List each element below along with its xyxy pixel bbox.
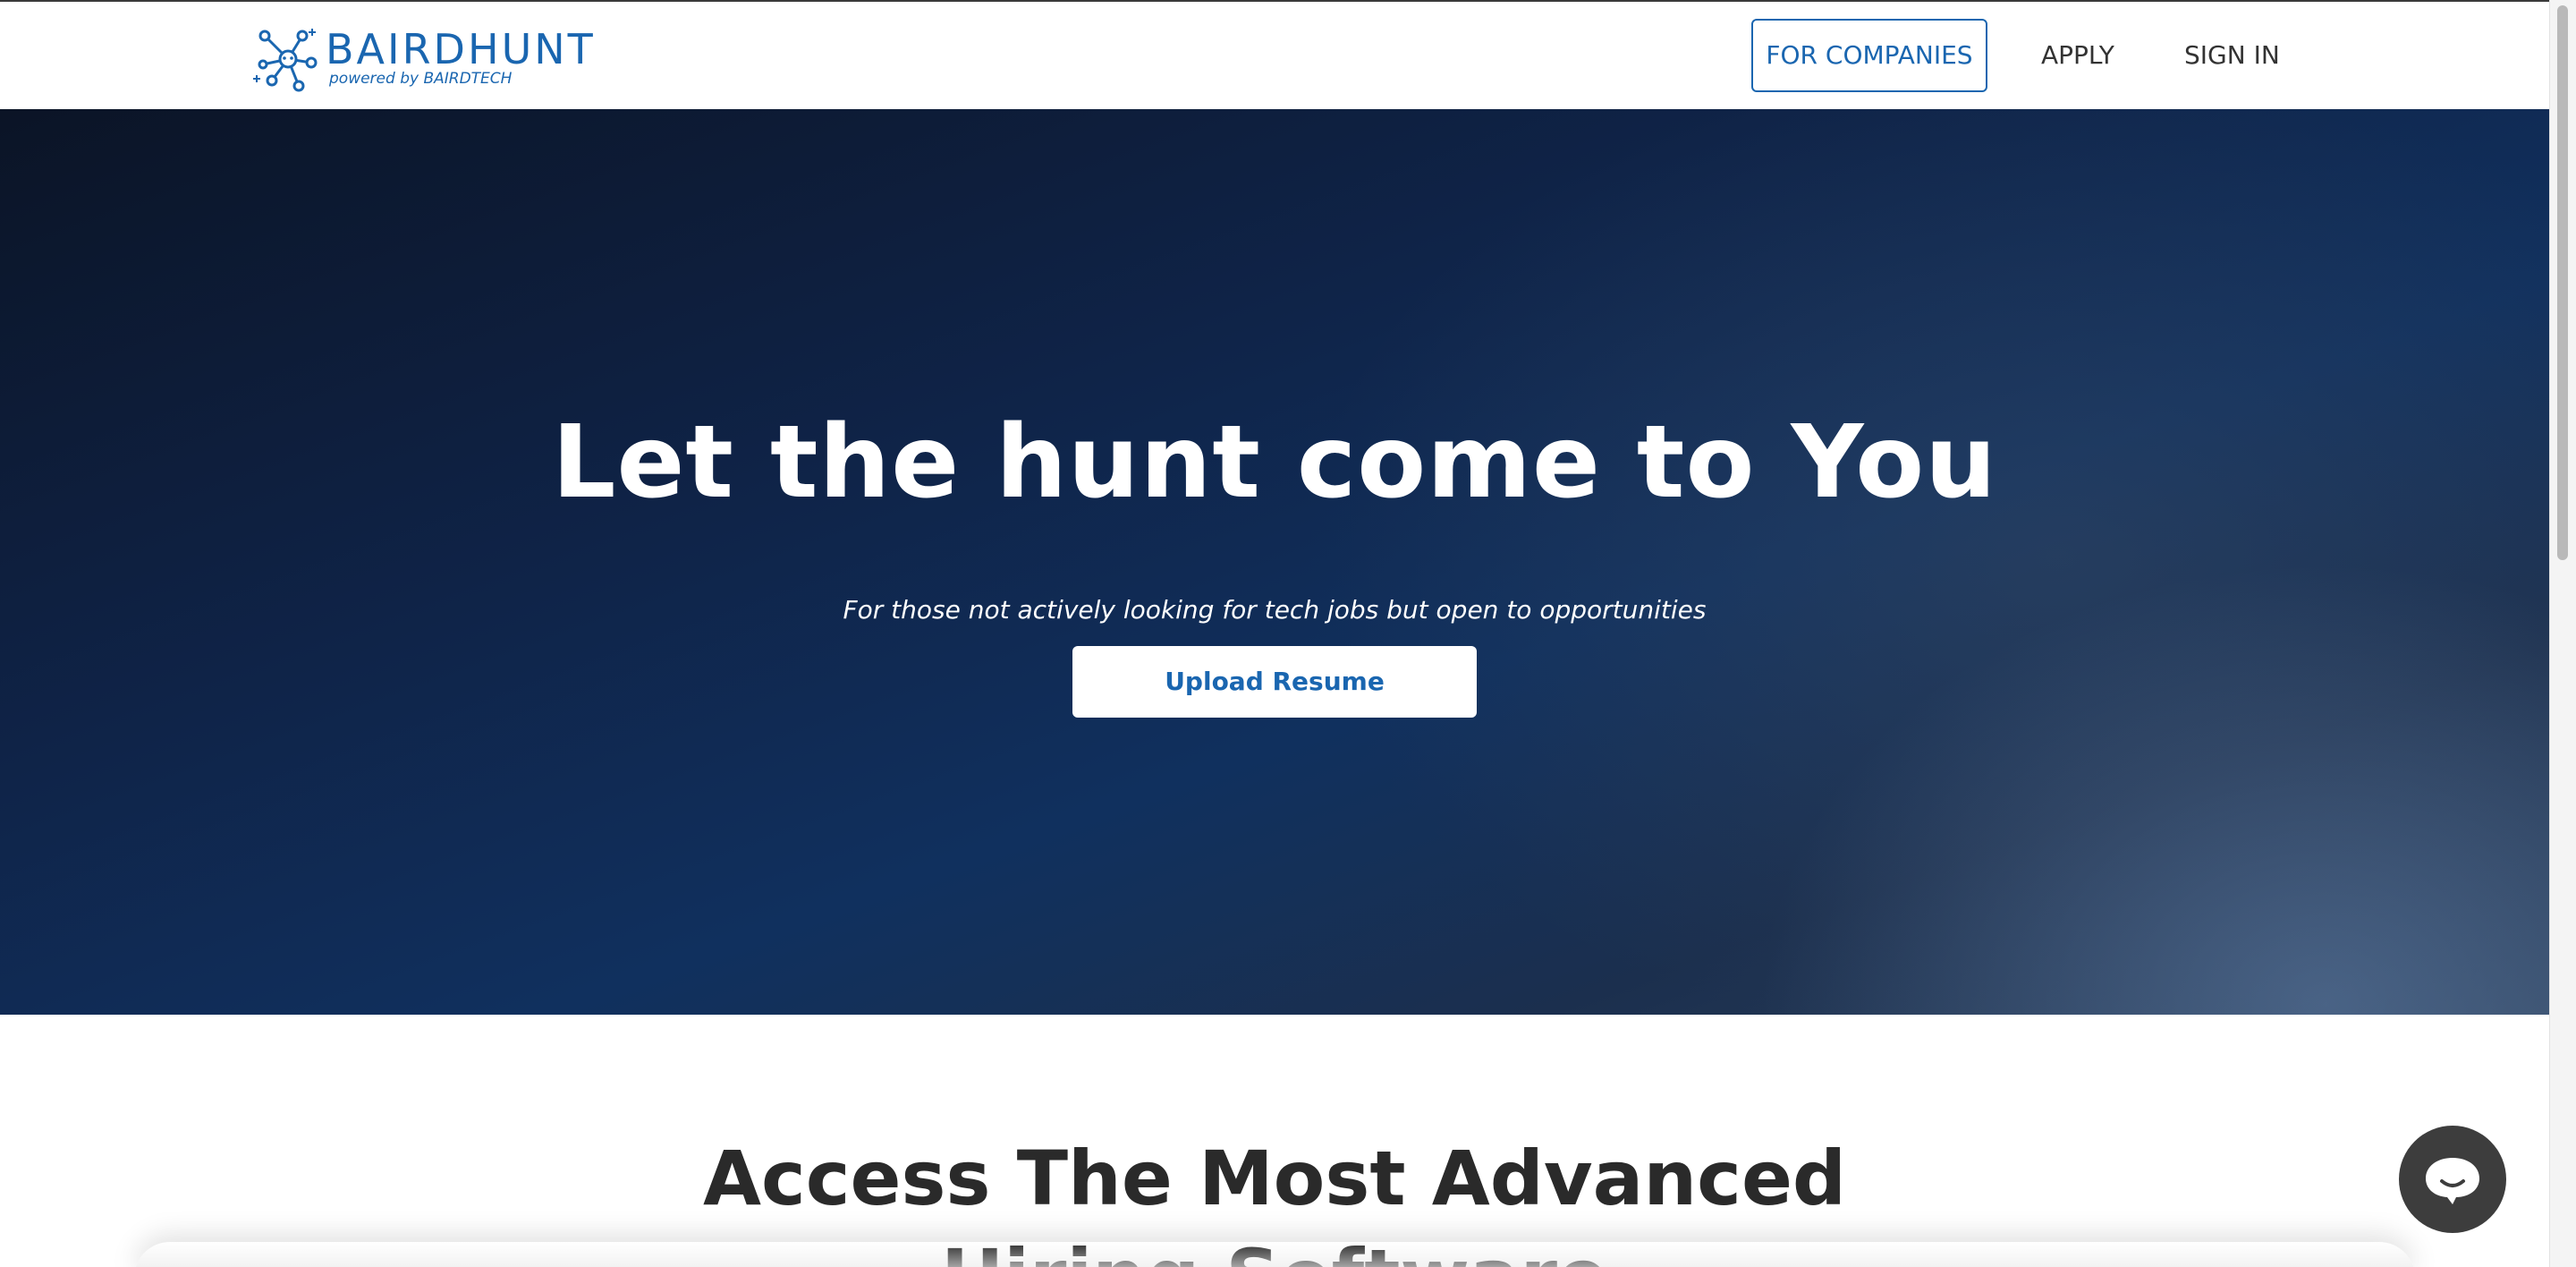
scrollbar-thumb[interactable] (2557, 5, 2568, 560)
logo-wordmark: BAIRDHUNT (326, 25, 596, 73)
sign-in-link[interactable]: SIGN IN (2184, 19, 2280, 92)
for-companies-button[interactable]: FOR COMPANIES (1751, 19, 1987, 92)
card-overlay-edge (134, 1242, 2415, 1267)
network-molecule-icon (253, 29, 318, 92)
upload-resume-button[interactable]: Upload Resume (1072, 646, 1477, 718)
page: BAIRDHUNT powered by BAIRDTECH FOR COMPA… (0, 0, 2576, 1267)
section-title: Access The Most Advanced (702, 1135, 1847, 1222)
site-header: BAIRDHUNT powered by BAIRDTECH FOR COMPA… (0, 2, 2549, 110)
chat-launcher-button[interactable] (2399, 1126, 2506, 1233)
bairdhunt-logo[interactable]: BAIRDHUNT powered by BAIRDTECH (252, 23, 593, 95)
apply-link[interactable]: APPLY (2041, 19, 2114, 92)
chat-bubble-icon (2426, 1158, 2479, 1204)
hero-subtitle: For those not actively looking for tech … (843, 595, 1707, 625)
hero-banner: Let the hunt come to You For those not a… (0, 109, 2549, 1015)
logo-tagline: powered by BAIRDTECH (329, 70, 513, 88)
hero-title: Let the hunt come to You (552, 404, 1997, 521)
